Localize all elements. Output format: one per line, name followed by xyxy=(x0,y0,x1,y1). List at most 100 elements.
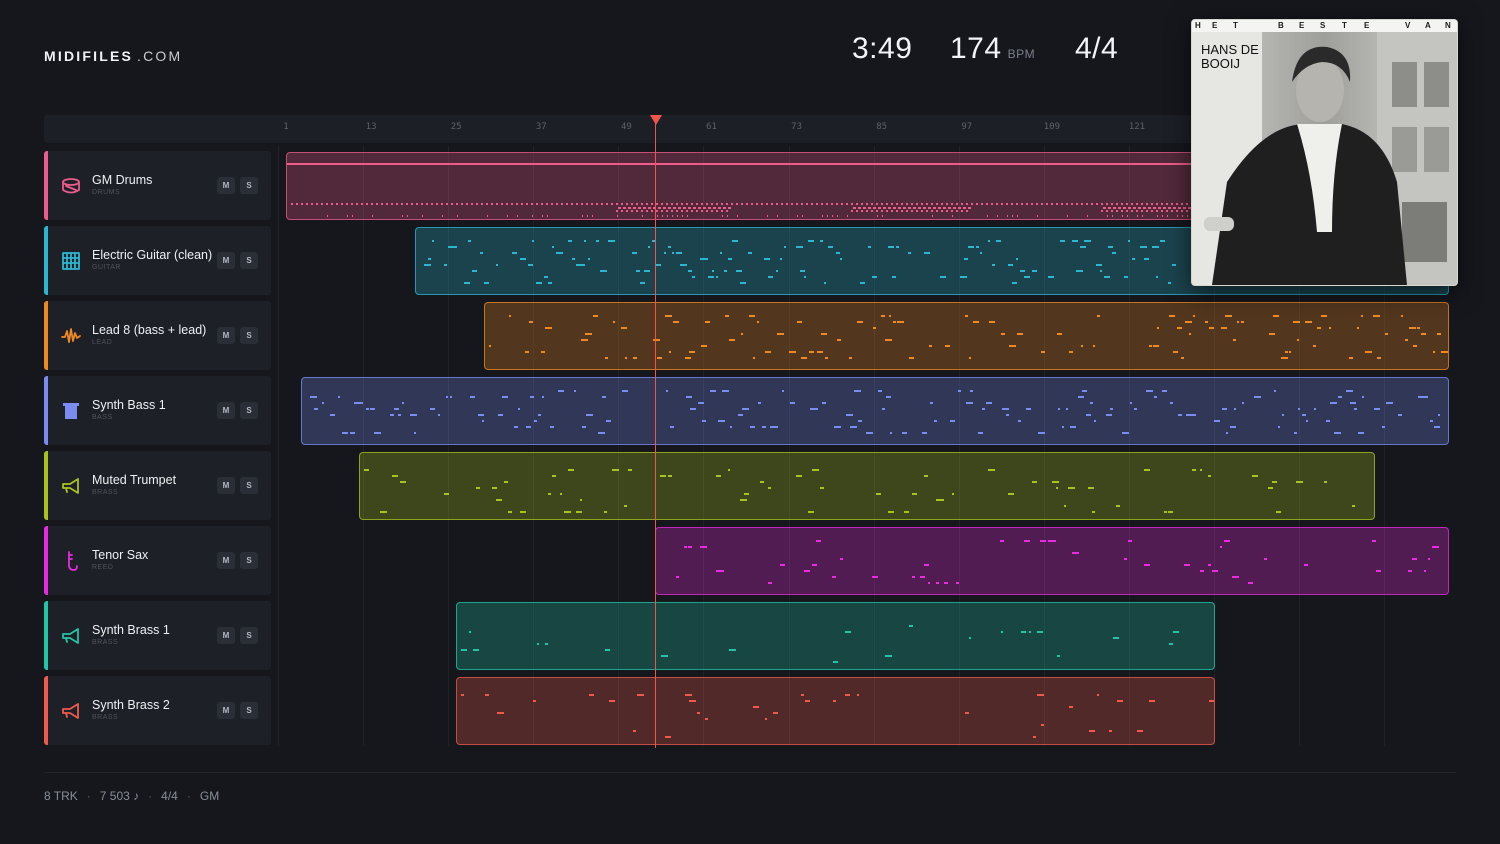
midi-note xyxy=(924,252,930,254)
midi-note xyxy=(876,203,878,205)
midi-note xyxy=(1001,631,1003,633)
midi-note xyxy=(616,210,618,212)
mute-button[interactable]: M xyxy=(217,177,235,194)
midi-note xyxy=(316,203,318,205)
midi-note xyxy=(777,333,784,335)
mute-button[interactable]: M xyxy=(217,477,235,494)
solo-button[interactable]: S xyxy=(240,627,258,644)
track-header[interactable]: GM Drums DRUMS M S xyxy=(44,151,271,220)
midi-note xyxy=(432,240,434,242)
midi-note xyxy=(538,414,541,416)
midi-clip[interactable] xyxy=(456,677,1215,745)
midi-note xyxy=(314,408,318,410)
midi-note xyxy=(371,203,373,205)
solo-button[interactable]: S xyxy=(240,702,258,719)
midi-note xyxy=(651,210,653,212)
midi-note xyxy=(804,570,810,572)
track-header[interactable]: Electric Guitar (clean) GUITAR M S xyxy=(44,226,271,295)
midi-note xyxy=(1268,487,1273,489)
track-header[interactable]: Synth Brass 1 BRASS M S xyxy=(44,601,271,670)
midi-note xyxy=(586,203,588,205)
midi-note xyxy=(861,210,863,212)
midi-clip[interactable] xyxy=(655,527,1449,595)
midi-note xyxy=(943,207,946,209)
solo-button[interactable]: S xyxy=(240,252,258,269)
midi-note xyxy=(1113,207,1116,209)
solo-button[interactable]: S xyxy=(240,402,258,419)
trumpet-icon xyxy=(60,625,82,647)
midi-note xyxy=(922,432,927,434)
mute-button[interactable]: M xyxy=(217,552,235,569)
track-header[interactable]: Tenor Sax REED M S xyxy=(44,526,271,595)
midi-note xyxy=(936,210,938,212)
midi-note xyxy=(1069,706,1073,708)
midi-note xyxy=(681,203,683,205)
waveform-icon xyxy=(60,325,82,347)
mute-button[interactable]: M xyxy=(217,627,235,644)
midi-note xyxy=(982,408,985,410)
midi-note xyxy=(1177,327,1182,329)
midi-note xyxy=(473,649,479,651)
solo-button[interactable]: S xyxy=(240,552,258,569)
midi-note xyxy=(801,694,804,696)
mute-button[interactable]: M xyxy=(217,402,235,419)
track-header[interactable]: Synth Bass 1 BASS M S xyxy=(44,376,271,445)
midi-note xyxy=(981,203,983,205)
midi-note xyxy=(1057,655,1060,657)
midi-note xyxy=(966,402,973,404)
midi-clip[interactable] xyxy=(359,452,1375,520)
playhead-handle[interactable] xyxy=(650,115,662,125)
midi-note xyxy=(1144,469,1150,471)
midi-note xyxy=(663,207,666,209)
midi-note xyxy=(924,475,928,477)
midi-clip[interactable] xyxy=(456,602,1215,670)
midi-note xyxy=(800,270,805,272)
midi-note xyxy=(952,215,953,217)
midi-note xyxy=(872,276,877,278)
midi-note xyxy=(1152,246,1159,248)
midi-note xyxy=(1006,414,1009,416)
midi-note xyxy=(724,270,727,272)
midi-note xyxy=(451,203,453,205)
solo-button[interactable]: S xyxy=(240,327,258,344)
midi-note xyxy=(342,432,348,434)
midi-note xyxy=(1026,203,1028,205)
site-logo[interactable]: MIDIFILES .COM xyxy=(44,48,182,64)
midi-note xyxy=(1421,333,1426,335)
midi-note xyxy=(1153,207,1156,209)
midi-note xyxy=(1122,432,1129,434)
midi-note xyxy=(1161,210,1163,212)
solo-button[interactable]: S xyxy=(240,177,258,194)
midi-clip[interactable] xyxy=(301,377,1449,445)
midi-note xyxy=(496,264,498,266)
midi-note xyxy=(632,252,637,254)
midi-note xyxy=(1222,408,1227,410)
midi-note xyxy=(1182,215,1183,217)
midi-note xyxy=(814,408,818,410)
midi-note xyxy=(1016,258,1018,260)
mute-button[interactable]: M xyxy=(217,252,235,269)
midi-note xyxy=(893,207,896,209)
midi-note xyxy=(1118,207,1121,209)
midi-note xyxy=(1081,345,1083,347)
playhead-line[interactable] xyxy=(655,120,656,748)
midi-note xyxy=(392,475,398,477)
midi-clip[interactable] xyxy=(484,302,1449,370)
mute-button[interactable]: M xyxy=(217,327,235,344)
midi-note xyxy=(537,643,539,645)
midi-note xyxy=(958,207,961,209)
midi-note xyxy=(1101,203,1103,205)
solo-button[interactable]: S xyxy=(240,477,258,494)
track-header[interactable]: Lead 8 (bass + lead) LEAD M S xyxy=(44,301,271,370)
midi-note xyxy=(407,215,408,217)
mute-button[interactable]: M xyxy=(217,702,235,719)
midi-note xyxy=(444,493,449,495)
ruler-tick-label: 25 xyxy=(450,122,462,132)
midi-note xyxy=(1161,203,1163,205)
midi-note xyxy=(701,203,703,205)
midi-note xyxy=(736,203,738,205)
track-header[interactable]: Synth Brass 2 BRASS M S xyxy=(44,676,271,745)
ruler-tick-label: 85 xyxy=(876,122,888,132)
track-header[interactable]: Muted Trumpet BRASS M S xyxy=(44,451,271,520)
midi-note xyxy=(350,432,355,434)
